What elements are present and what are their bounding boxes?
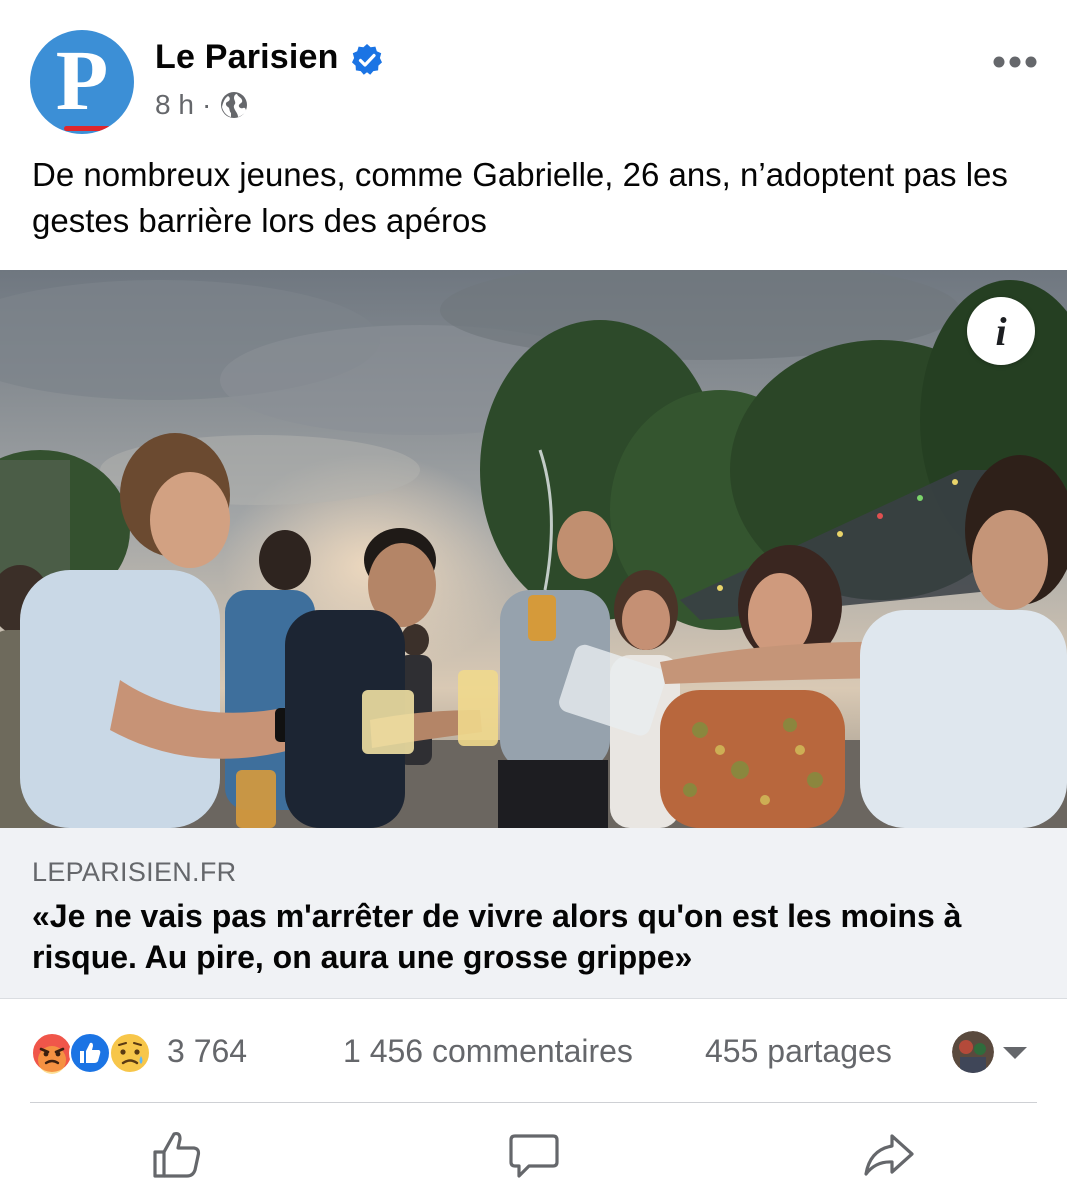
reaction-icons[interactable] — [30, 1030, 160, 1076]
like-icon — [69, 1032, 111, 1074]
comment-icon[interactable] — [507, 1128, 561, 1182]
shares-count[interactable]: 455 partages — [705, 1033, 892, 1070]
sad-icon — [109, 1032, 151, 1074]
reaction-count[interactable]: 3 764 — [167, 1033, 247, 1070]
link-domain: LEPARISIEN.FR — [32, 857, 237, 887]
meta-separator: · — [201, 89, 212, 120]
verified-badge-icon — [352, 44, 382, 75]
link-headline[interactable]: «Je ne vais pas m'arrêter de vivre alors… — [32, 896, 1032, 978]
share-icon[interactable] — [862, 1128, 916, 1182]
comments-count[interactable]: 1 456 commentaires — [343, 1033, 633, 1070]
post-header: P Le Parisien 8 h · — [0, 0, 1067, 140]
chevron-down-icon[interactable] — [1002, 1046, 1028, 1060]
post-caption: De nombreux jeunes, comme Gabrielle, 26 … — [32, 156, 1008, 239]
photo-scene — [0, 270, 1067, 828]
avatar-logo-letter: P — [55, 32, 109, 128]
link-preview-image[interactable] — [0, 270, 1067, 828]
viewer-avatar[interactable] — [952, 1031, 994, 1073]
page-avatar[interactable]: P — [30, 30, 134, 134]
actions-divider — [30, 1102, 1037, 1103]
info-button[interactable]: i — [967, 297, 1035, 365]
more-options-icon[interactable] — [992, 52, 1038, 72]
post-meta: 8 h · — [155, 89, 249, 121]
avatar-logo-underline — [64, 126, 110, 131]
like-icon[interactable] — [150, 1128, 204, 1182]
globe-icon — [221, 92, 248, 118]
angry-icon — [31, 1032, 73, 1074]
post-time[interactable]: 8 h — [155, 89, 194, 121]
page-name[interactable]: Le Parisien — [155, 38, 339, 77]
